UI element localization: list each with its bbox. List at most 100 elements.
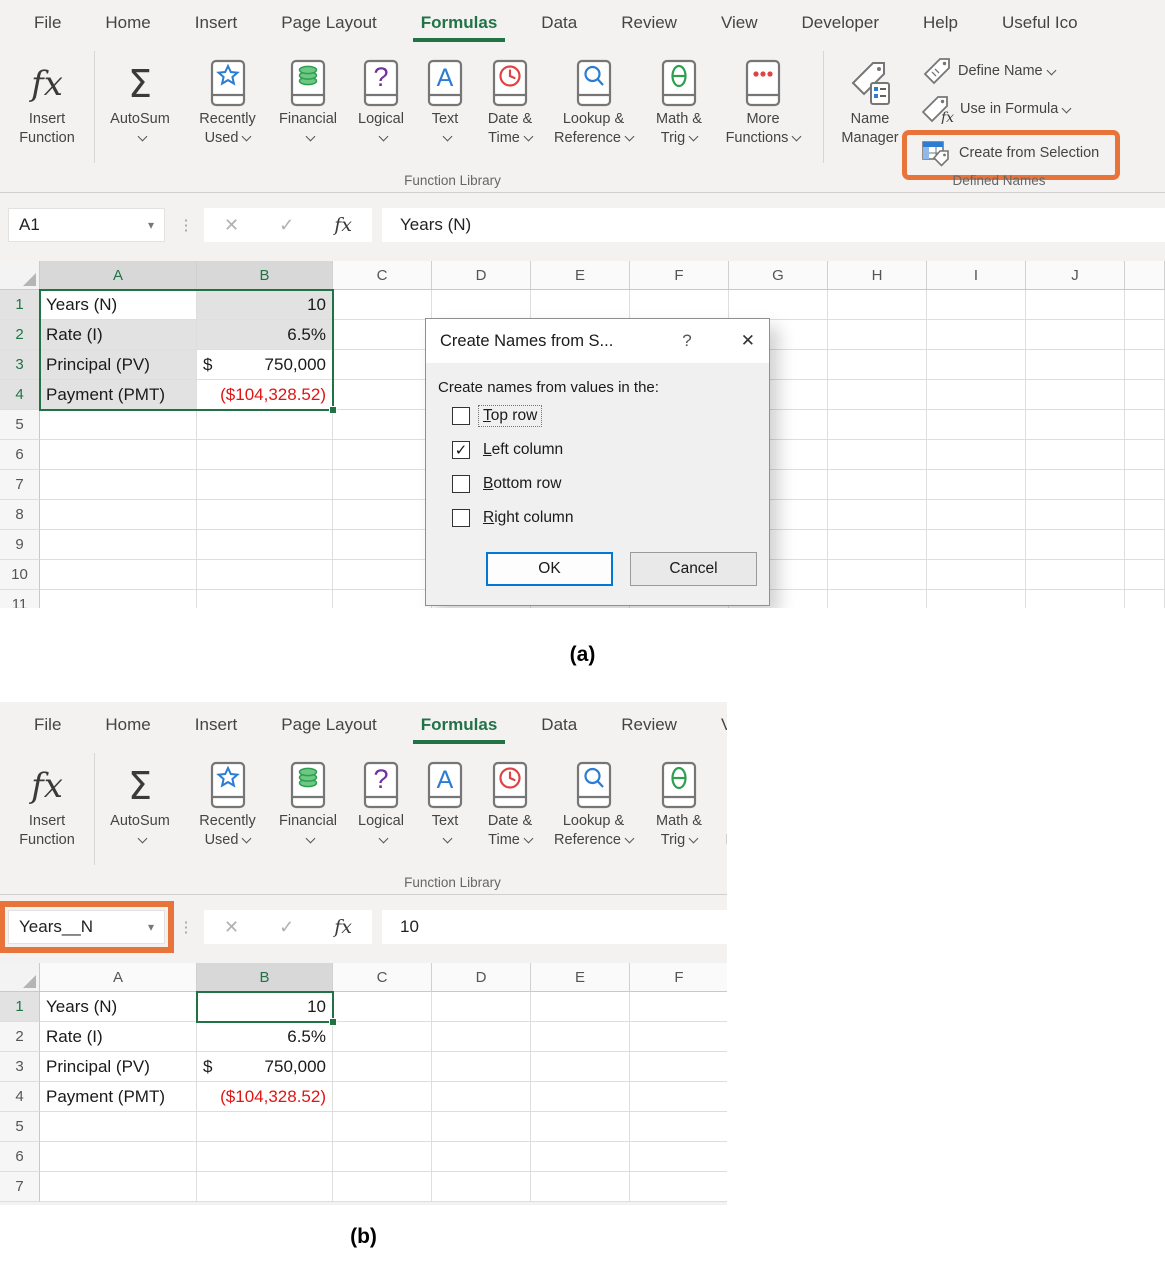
column-header-d[interactable]: D <box>432 261 531 290</box>
checkbox-left-column[interactable]: ✓ Left column <box>452 440 757 460</box>
cell-j2[interactable] <box>1026 320 1125 350</box>
cell-b4[interactable]: ($104,328.52) <box>197 380 333 410</box>
cell-c6[interactable] <box>333 440 432 470</box>
cell-a6[interactable] <box>40 440 197 470</box>
column-header-f[interactable]: F <box>630 963 727 992</box>
cell-x7[interactable] <box>1125 470 1165 500</box>
cell-e4[interactable] <box>531 1082 630 1112</box>
cell-b3[interactable]: $750,000 <box>197 1052 333 1082</box>
math-trig-button[interactable]: Math &Trig <box>641 748 717 850</box>
tab-file[interactable]: File <box>12 0 83 45</box>
cell-c7[interactable] <box>333 470 432 500</box>
cell-i1[interactable] <box>927 290 1026 320</box>
cell-e2[interactable] <box>531 1022 630 1052</box>
create-from-selection-button[interactable]: Create from Selection <box>915 136 1105 170</box>
column-header-f[interactable]: F <box>630 261 729 290</box>
cell-i2[interactable] <box>927 320 1026 350</box>
cell-h6[interactable] <box>828 440 927 470</box>
cell-x10[interactable] <box>1125 560 1165 590</box>
column-header-e[interactable]: E <box>531 261 630 290</box>
cell-i5[interactable] <box>927 410 1026 440</box>
tab-review[interactable]: Review <box>599 702 699 747</box>
cell-a3[interactable]: Principal (PV) <box>40 350 197 380</box>
cell-b2[interactable]: 6.5% <box>197 1022 333 1052</box>
column-header-b[interactable]: B <box>197 963 333 992</box>
autosum-button[interactable]: ΣAutoSum <box>95 46 185 148</box>
cell-e1[interactable] <box>531 290 630 320</box>
cell-c1[interactable] <box>333 290 432 320</box>
cell-d7[interactable] <box>432 1172 531 1202</box>
cell-f7[interactable] <box>630 1172 727 1202</box>
cell-x9[interactable] <box>1125 530 1165 560</box>
financial-button[interactable]: Financial <box>270 46 346 148</box>
recently-used-button[interactable]: RecentlyUsed <box>185 748 270 850</box>
cell-b1[interactable]: 10 <box>197 290 333 320</box>
column-header-e[interactable]: E <box>531 963 630 992</box>
cell-c3[interactable] <box>333 350 432 380</box>
cell-i8[interactable] <box>927 500 1026 530</box>
row-header-2[interactable]: 2 <box>0 1022 40 1052</box>
cell-a5[interactable] <box>40 410 197 440</box>
checkbox-right-column[interactable]: Right column <box>452 508 757 528</box>
cell-h11[interactable] <box>828 590 927 608</box>
text-button[interactable]: AText <box>416 46 474 148</box>
row-header-11[interactable]: 11 <box>0 590 40 608</box>
cell-f4[interactable] <box>630 1082 727 1112</box>
cell-i7[interactable] <box>927 470 1026 500</box>
row-header-9[interactable]: 9 <box>0 530 40 560</box>
cell-d6[interactable] <box>432 1142 531 1172</box>
financial-button[interactable]: Financial <box>270 748 346 850</box>
cell-i4[interactable] <box>927 380 1026 410</box>
row-header-5[interactable]: 5 <box>0 410 40 440</box>
cell-f1[interactable] <box>630 992 727 1022</box>
cell-b4[interactable]: ($104,328.52) <box>197 1082 333 1112</box>
math-trig-button[interactable]: Math &Trig <box>641 46 717 148</box>
tab-data[interactable]: Data <box>519 0 599 45</box>
cell-x4[interactable] <box>1125 380 1165 410</box>
cancel-entry-icon[interactable]: ✕ <box>224 917 239 938</box>
cell-e1[interactable] <box>531 992 630 1022</box>
text-button[interactable]: AText <box>416 748 474 850</box>
insert-function-button[interactable]: fxInsertFunction <box>0 748 94 850</box>
column-header-g[interactable]: G <box>729 261 828 290</box>
cell-c11[interactable] <box>333 590 432 608</box>
cell-h7[interactable] <box>828 470 927 500</box>
confirm-entry-icon[interactable]: ✓ <box>279 917 294 938</box>
cell-i6[interactable] <box>927 440 1026 470</box>
row-header-6[interactable]: 6 <box>0 1142 40 1172</box>
column-header-partial[interactable] <box>1125 261 1165 290</box>
cell-a9[interactable] <box>40 530 197 560</box>
cell-j6[interactable] <box>1026 440 1125 470</box>
tab-home[interactable]: Home <box>83 702 172 747</box>
cell-c4[interactable] <box>333 380 432 410</box>
recently-used-button[interactable]: RecentlyUsed <box>185 46 270 148</box>
cell-e3[interactable] <box>531 1052 630 1082</box>
cell-x3[interactable] <box>1125 350 1165 380</box>
define-name-button[interactable]: Define Name <box>916 54 1120 88</box>
cell-a2[interactable]: Rate (I) <box>40 320 197 350</box>
cell-h4[interactable] <box>828 380 927 410</box>
cell-a8[interactable] <box>40 500 197 530</box>
close-icon[interactable]: ✕ <box>715 331 755 351</box>
tab-home[interactable]: Home <box>83 0 172 45</box>
tab-review[interactable]: Review <box>599 0 699 45</box>
cell-b10[interactable] <box>197 560 333 590</box>
name-box-dropdown-icon[interactable]: ▾ <box>148 920 154 934</box>
name-box[interactable]: Years__N▾ <box>8 910 165 944</box>
tab-page-layout[interactable]: Page Layout <box>259 702 398 747</box>
cell-b5[interactable] <box>197 1112 333 1142</box>
cell-a6[interactable] <box>40 1142 197 1172</box>
formula-input[interactable]: 10 <box>382 910 727 944</box>
cell-d1[interactable] <box>432 290 531 320</box>
select-all-corner[interactable] <box>0 963 40 992</box>
row-header-3[interactable]: 3 <box>0 350 40 380</box>
cell-c4[interactable] <box>333 1082 432 1112</box>
tab-data[interactable]: Data <box>519 702 599 747</box>
cell-a1[interactable]: Years (N) <box>40 992 197 1022</box>
row-header-3[interactable]: 3 <box>0 1052 40 1082</box>
cancel-entry-icon[interactable]: ✕ <box>224 215 239 236</box>
logical-button[interactable]: ?Logical <box>346 46 416 148</box>
cell-x2[interactable] <box>1125 320 1165 350</box>
cell-d1[interactable] <box>432 992 531 1022</box>
cell-h9[interactable] <box>828 530 927 560</box>
